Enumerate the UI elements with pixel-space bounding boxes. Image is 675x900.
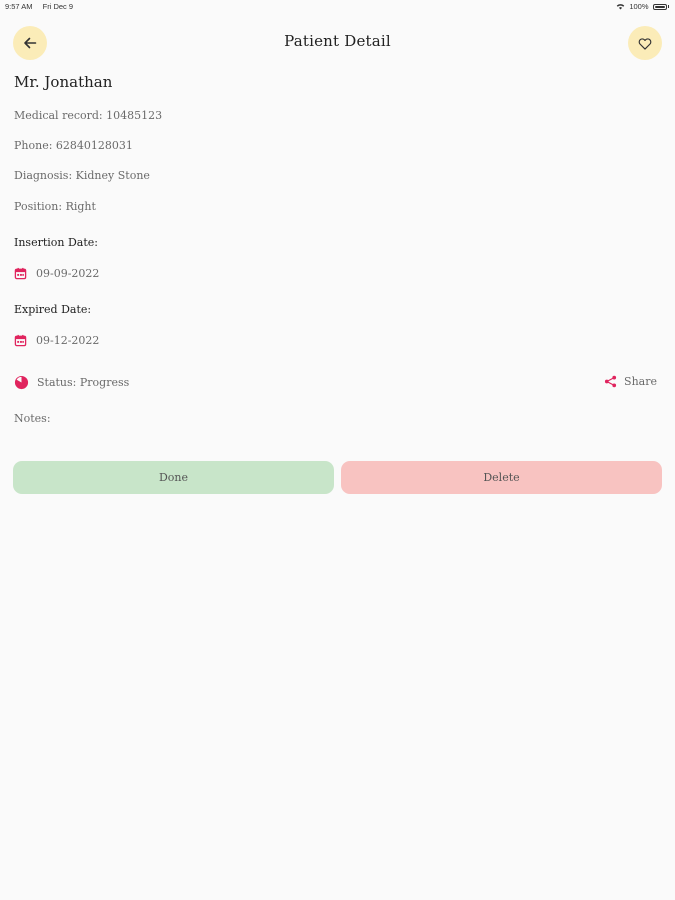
notes-label: Notes: [14, 412, 51, 425]
calendar-icon [14, 334, 27, 347]
battery-tip [667, 5, 669, 8]
expired-date-row[interactable]: 09-12-2022 [14, 334, 99, 347]
battery-percent: 100% [629, 2, 649, 11]
phone-text: Phone: 62840128031 [14, 139, 133, 152]
insertion-date-row[interactable]: 09-09-2022 [14, 267, 99, 280]
status-row: Status: Progress [14, 375, 129, 390]
favorite-button[interactable] [628, 26, 662, 60]
status-bar-left: 9:57 AM Fri Dec 9 [5, 2, 73, 11]
patient-name: Mr. Jonathan [14, 73, 113, 91]
delete-button-label: Delete [483, 471, 520, 484]
diagnosis-text: Diagnosis: Kidney Stone [14, 169, 150, 182]
page-title: Patient Detail [284, 32, 391, 50]
insertion-date-label: Insertion Date: [14, 236, 98, 249]
progress-pie-icon [14, 375, 29, 390]
heart-outline-icon [638, 37, 652, 50]
expired-date-label: Expired Date: [14, 303, 92, 316]
status-time: 9:57 AM [5, 2, 33, 11]
battery-icon [652, 3, 667, 10]
status-bar: 9:57 AM Fri Dec 9 100% [0, 0, 675, 14]
status-bar-right: 100% [616, 2, 669, 11]
status-date: Fri Dec 9 [42, 2, 74, 11]
calendar-icon [14, 267, 27, 280]
share-icon [604, 375, 617, 388]
medical-record-text: Medical record: 10485123 [14, 109, 163, 122]
done-button[interactable]: Done [13, 461, 334, 494]
status-text: Status: Progress [37, 376, 130, 389]
done-button-label: Done [158, 471, 189, 484]
position-text: Position: Right [14, 200, 96, 213]
share-label: Share [624, 375, 657, 388]
wifi-icon [617, 4, 625, 10]
share-button[interactable]: Share [604, 375, 657, 388]
delete-button[interactable]: Delete [341, 461, 662, 494]
expired-date-value: 09-12-2022 [36, 334, 100, 347]
insertion-date-value: 09-09-2022 [36, 267, 100, 280]
